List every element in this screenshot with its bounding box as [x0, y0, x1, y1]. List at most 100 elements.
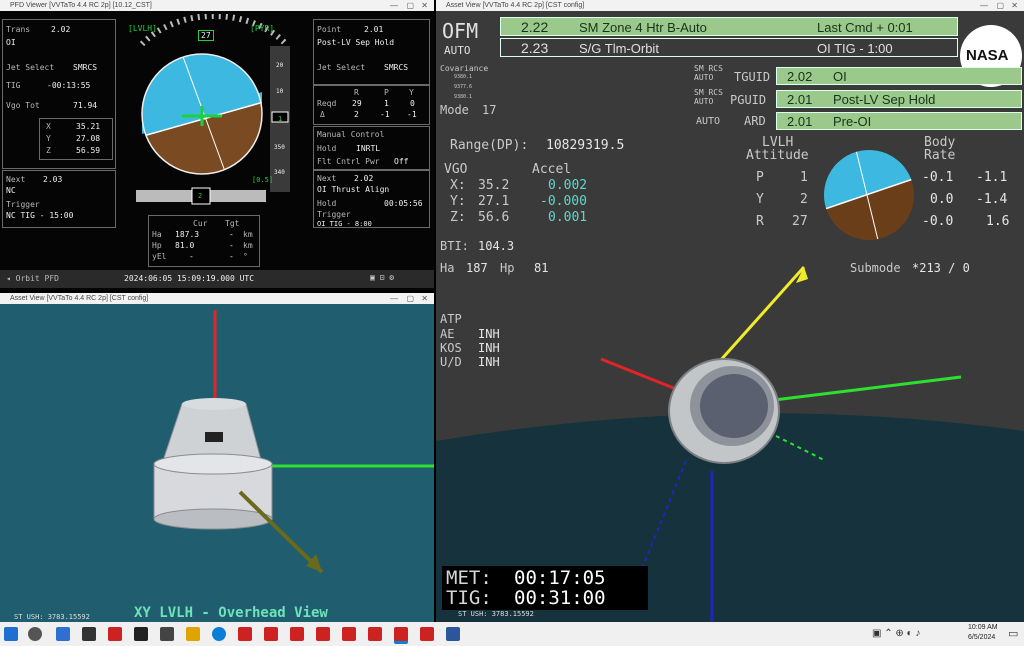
word-icon[interactable]	[446, 627, 460, 641]
app-icon[interactable]	[160, 627, 174, 641]
tig-value: -00:13:55	[47, 81, 91, 90]
range-value: 10829319.5	[546, 138, 625, 153]
edge-browser-icon[interactable]	[212, 627, 226, 641]
covariance-value: 9380.1	[454, 74, 473, 80]
trigger-label: Trigger	[317, 210, 351, 219]
pfd-left-info-panel: Trans 2.02 OI Jet Select SMRCS TIG -00:1…	[2, 19, 116, 169]
ard-bar[interactable]: 2.01 Pre-OI	[776, 112, 1022, 130]
reqd-r: 29	[352, 99, 362, 108]
pguid-bar[interactable]: 2.01 Post-LV Sep Hold	[776, 90, 1022, 108]
windows-taskbar: ▣ ⌃ ⊕ ◐ ♪ 10:09 AM 6/5/2024 ▭	[0, 622, 1024, 646]
attitude-indicator: [LVLH] [PYR] 27 20 10 1 350 340 [0.5] 2	[122, 13, 306, 214]
redhat-app-icon[interactable]	[420, 627, 434, 641]
stush-readout: ST USH: 3783.15592	[14, 613, 90, 621]
nasa-logo-text: NASA	[966, 47, 1009, 64]
trans-label: Trans	[6, 25, 31, 34]
redhat-app-icon[interactable]	[316, 627, 330, 641]
tape-label: 10	[276, 88, 284, 95]
pfd-status-bar: ◂ Orbit PFD 2024:06:05 15:09:19.000 UTC …	[0, 270, 434, 288]
minimize-icon[interactable]: —	[390, 0, 398, 11]
app-icon[interactable]	[56, 627, 70, 641]
ha-label: Ha	[440, 261, 455, 275]
taskbar-time[interactable]: 10:09 AM	[968, 624, 998, 631]
search-icon[interactable]	[28, 627, 42, 641]
ofm-cmd-bar-1[interactable]: 2.22 SM Zone 4 Htr B-Auto Last Cmd + 0:0…	[500, 17, 958, 36]
body-rate-value: -1.1	[976, 170, 1008, 185]
tguid-prefix: SM RCS AUTO	[694, 64, 723, 82]
file-explorer-icon[interactable]	[186, 627, 200, 641]
pfd-window-title: PFD Viewer [VVTaTo 4.4 RC 2p] [10.12_CST…	[10, 2, 152, 9]
vgo-z-label: Z	[46, 146, 51, 155]
tgt-header: Tgt	[225, 219, 240, 228]
ha-value: 187.3	[175, 230, 200, 239]
trigger-value: NC TIG - 15:00	[6, 211, 74, 220]
stush-readout: ST USH: 3783.15592	[458, 610, 534, 618]
minimize-icon[interactable]: —	[390, 293, 398, 304]
flt-cntrl-label: Flt Cntrl Pwr	[317, 157, 380, 166]
hp-label: Hp	[500, 261, 515, 275]
pfd-toolbar-icons[interactable]: ▣ ⊡ ⚙	[370, 273, 394, 282]
start-button-icon[interactable]	[4, 627, 18, 641]
hp-unit: km	[243, 241, 253, 250]
reqd-p: 1	[384, 99, 389, 108]
redhat-app-icon-active[interactable]	[394, 627, 408, 641]
status-prefix[interactable]: ◂ Orbit PFD	[6, 274, 59, 283]
terminal-icon[interactable]	[134, 627, 148, 641]
flt-cntrl-value: Off	[394, 157, 409, 166]
hold-value: INRTL	[356, 144, 381, 153]
taskbar-date[interactable]: 6/5/2024	[968, 634, 995, 641]
pfd-viewer-window: PFD Viewer [VVTaTo 4.4 RC 2p] [10.12_CST…	[0, 0, 434, 290]
mode-label: Mode	[440, 103, 469, 117]
redhat-app-icon[interactable]	[368, 627, 382, 641]
close-icon[interactable]: ✕	[1011, 0, 1018, 11]
accel-header: Accel	[532, 162, 572, 177]
redhat-app-icon[interactable]	[342, 627, 356, 641]
hold-label: Hold	[317, 144, 337, 153]
redhat-app-icon[interactable]	[108, 627, 122, 641]
trans-mode: OI	[6, 38, 16, 47]
atp-table: AE INH KOS INH U/D INH	[440, 327, 540, 371]
attitude-rate-table: P 1 -0.1 -1.1 Y 2 0.0 -1.4 R 27 -0.0 1.6	[746, 166, 1024, 230]
maximize-icon[interactable]: ▢	[996, 0, 1004, 11]
att-value: 2	[800, 192, 808, 207]
cmd-bar-1-text: SM Zone 4 Htr B-Auto	[579, 20, 707, 35]
vgo-y-value: 27.08	[76, 134, 101, 143]
delta-y: -1	[407, 110, 417, 119]
yaw-tape-readout: 2	[198, 192, 203, 200]
tig-label: TIG	[6, 81, 21, 90]
maximize-icon[interactable]: ▢	[406, 293, 414, 304]
tguid-bar[interactable]: 2.02 OI	[776, 67, 1022, 85]
minimize-icon[interactable]: —	[980, 0, 988, 11]
next-label: Next	[6, 175, 26, 184]
jet-select-label: Jet Select	[317, 63, 366, 72]
utc-clock: 2024:06:05 15:09:19.000 UTC	[124, 274, 255, 283]
maximize-icon[interactable]: ▢	[406, 0, 414, 11]
point-value: 2.01	[364, 25, 384, 34]
notification-icon[interactable]: ▭	[1008, 627, 1018, 640]
manual-control-label: Manual Control	[317, 130, 385, 139]
att-value: 27	[792, 214, 808, 229]
task-view-icon[interactable]	[82, 627, 96, 641]
ofm-label: OFM	[442, 19, 479, 43]
reqd-label: Reqd	[317, 99, 337, 108]
redhat-app-icon[interactable]	[290, 627, 304, 641]
mode-value: 17	[482, 103, 497, 117]
redhat-app-icon[interactable]	[238, 627, 252, 641]
next-value: 2.02	[354, 174, 374, 183]
cmd-bar-1-status: Last Cmd + 0:01	[817, 20, 913, 35]
hold-time-value: 00:05:56	[384, 199, 423, 208]
met-tig-box: MET: 00:17:05 TIG: 00:31:00	[442, 566, 648, 610]
redhat-app-icon[interactable]	[264, 627, 278, 641]
close-icon[interactable]: ✕	[421, 293, 428, 304]
body-rate-value: -0.1	[922, 170, 954, 185]
ofm-cmd-bar-2[interactable]: 2.23 S/G Tlm-Orbit OI TIG - 1:00	[500, 38, 958, 57]
tray-icons[interactable]: ▣ ⌃ ⊕ ◐ ♪	[872, 628, 920, 639]
vgo-x-label: X	[46, 122, 51, 131]
next-mode: OI Thrust Align	[317, 185, 390, 194]
asset-left-title-bar: Asset View [VVTaTo 4.4 RC 2p] [CST confi…	[0, 293, 434, 304]
close-icon[interactable]: ✕	[421, 0, 428, 11]
pfd-right-next-panel: Next 2.02 OI Thrust Align Hold 00:05:56 …	[313, 170, 430, 228]
cmd-bar-2-number: 2.23	[521, 40, 549, 56]
atp-label: ATP	[440, 312, 462, 326]
point-mode: Post-LV Sep Hold	[317, 38, 395, 47]
